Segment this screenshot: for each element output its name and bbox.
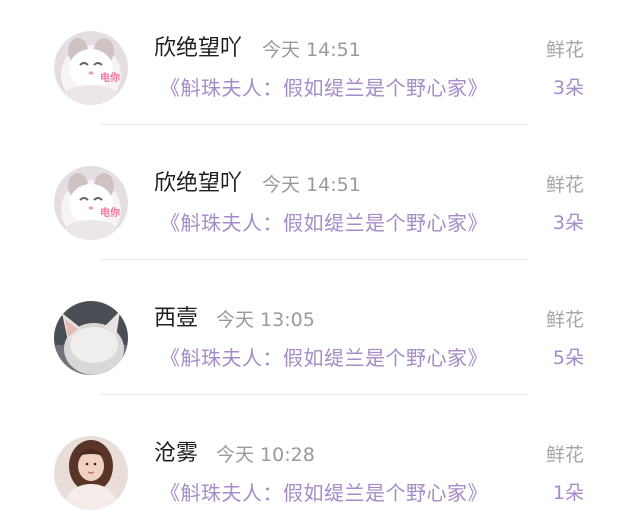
username[interactable]: 欣绝望吖 [154, 34, 242, 64]
avatar[interactable]: 电你 [54, 31, 128, 105]
gift-type-label: 鲜花 [545, 444, 584, 466]
list-item[interactable]: 西壹 今天 13:05 《斛珠夫人：假如缇兰是个野心家》 鲜花 5朵 [0, 270, 640, 405]
avatar[interactable]: 电你 [54, 166, 128, 240]
list-item[interactable]: 电你 欣绝望吖 今天 14:51 《斛珠夫人：假如缇兰是个野心家》 鲜花 3朵 [0, 135, 640, 270]
username[interactable]: 西壹 [154, 304, 198, 334]
gift-count: 1朵 [552, 482, 584, 504]
gift-count: 3朵 [552, 212, 584, 234]
username[interactable]: 沧雾 [154, 439, 198, 469]
timestamp: 今天 10:28 [216, 444, 315, 466]
cat-avatar-icon: 电你 [54, 166, 128, 240]
story-title-link[interactable]: 《斛珠夫人：假如缇兰是个野心家》 [160, 207, 488, 239]
story-title-link[interactable]: 《斛珠夫人：假如缇兰是个野心家》 [160, 72, 488, 104]
row-divider [100, 124, 528, 125]
avatar-tag: 电你 [100, 71, 120, 84]
cat-avatar-icon: 电你 [54, 31, 128, 105]
avatar[interactable] [54, 436, 128, 510]
gift-type-label: 鲜花 [545, 174, 584, 196]
gift-count: 5朵 [552, 347, 584, 369]
username[interactable]: 欣绝望吖 [154, 169, 242, 199]
row-divider [100, 259, 528, 260]
timestamp: 今天 14:51 [262, 39, 361, 61]
list-item[interactable]: 电你 欣绝望吖 今天 14:51 《斛珠夫人：假如缇兰是个野心家》 鲜花 3朵 [0, 0, 640, 135]
gift-type-label: 鲜花 [545, 39, 584, 61]
gift-type-label: 鲜花 [545, 309, 584, 331]
avatar[interactable] [54, 301, 128, 375]
avatar-tag: 电你 [100, 206, 120, 219]
woman-portrait-avatar-icon [54, 436, 128, 510]
timestamp: 今天 14:51 [262, 174, 361, 196]
story-title-link[interactable]: 《斛珠夫人：假如缇兰是个野心家》 [160, 477, 488, 509]
gift-count: 3朵 [552, 77, 584, 99]
timestamp: 今天 13:05 [216, 309, 315, 331]
list-item[interactable]: 沧雾 今天 10:28 《斛珠夫人：假如缇兰是个野心家》 鲜花 1朵 [0, 405, 640, 532]
gift-feed: 电你 欣绝望吖 今天 14:51 《斛珠夫人：假如缇兰是个野心家》 鲜花 3朵 … [0, 0, 640, 532]
white-cat-avatar-icon [54, 301, 128, 375]
story-title-link[interactable]: 《斛珠夫人：假如缇兰是个野心家》 [160, 342, 488, 374]
row-divider [100, 394, 528, 395]
